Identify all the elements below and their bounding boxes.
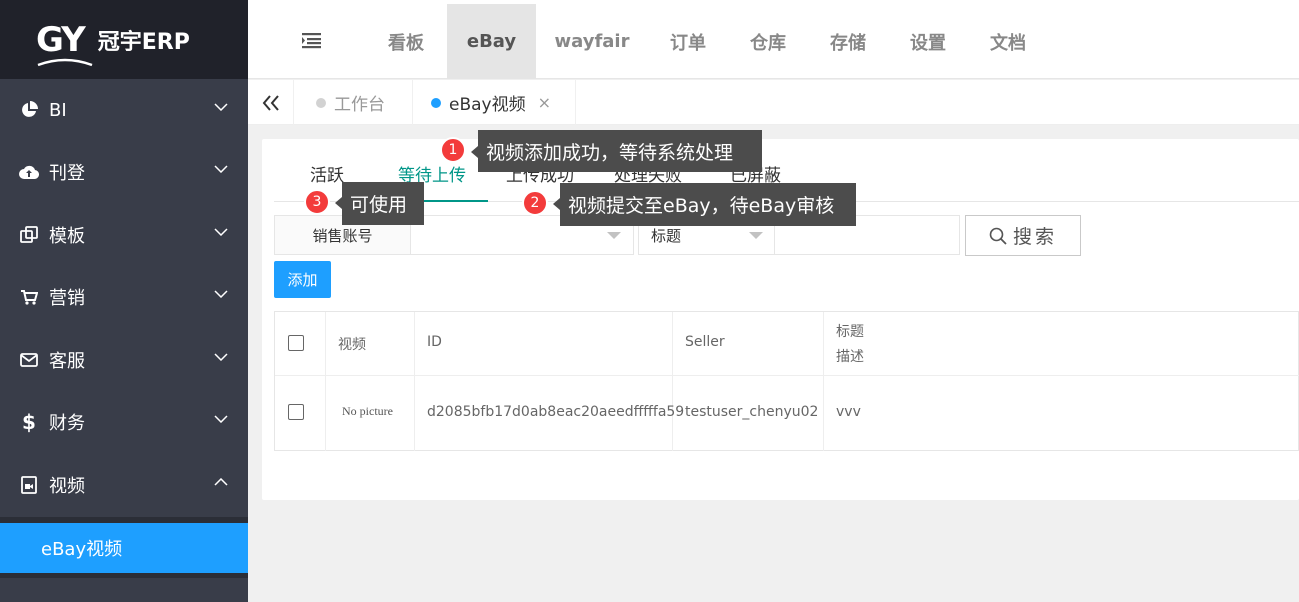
logo-mark: GY [36, 23, 93, 66]
column-header-id: ID [427, 334, 442, 350]
sidebar-item-marketing[interactable]: 营销 [0, 266, 248, 328]
page-tabs-bar: 工作台 eBay视频 × [248, 80, 1299, 125]
tooltip-arrow [553, 198, 560, 210]
chevron-down-icon [607, 232, 621, 239]
top-tab-storage[interactable]: 存储 [818, 4, 878, 79]
sidebar-footer [0, 578, 248, 602]
table-cell-title: vvv [836, 404, 861, 420]
row-checkbox[interactable] [288, 404, 304, 420]
add-button[interactable]: 添加 [274, 261, 331, 298]
sidebar-item-label: 模板 [49, 226, 85, 247]
chevron-down-icon [214, 415, 228, 423]
dollar-icon: $ [22, 410, 36, 434]
column-header-title: 标题 [836, 324, 864, 340]
template-icon [19, 226, 39, 244]
sidebar-item-label: 刊登 [49, 163, 85, 184]
page-tab-ebay-video[interactable]: eBay视频 × [413, 80, 576, 125]
chevron-down-icon [214, 353, 228, 361]
sidebar-item-bi[interactable]: BI [0, 79, 248, 141]
sidebar-item-label: BI [49, 99, 67, 121]
menu-toggle-icon[interactable] [302, 33, 322, 49]
video-thumbnail: No picture [342, 404, 393, 418]
chevron-down-icon [749, 232, 763, 239]
page-tab-label: 工作台 [334, 95, 385, 115]
field-select-value: 标题 [651, 226, 682, 245]
sidebar-item-label: 视频 [49, 476, 85, 497]
sidebar-item-finance[interactable]: $ 财务 [0, 391, 248, 453]
tooltip-active-status: 可使用 [342, 182, 424, 225]
cloud-upload-icon [19, 164, 39, 180]
chevron-down-icon [214, 103, 228, 111]
sidebar-item-service[interactable]: 客服 [0, 329, 248, 391]
sidebar-item-label: 营销 [49, 288, 85, 309]
sidebar-item-template[interactable]: 模板 [0, 204, 248, 266]
tooltip-arrow [471, 146, 478, 158]
top-tab-settings[interactable]: 设置 [898, 4, 958, 79]
chevron-up-icon [214, 478, 228, 486]
top-tab-ebay[interactable]: eBay [447, 4, 536, 79]
sidebar-item-label: 财务 [49, 413, 85, 434]
top-tab-warehouse[interactable]: 仓库 [738, 4, 798, 79]
search-icon [989, 227, 1007, 245]
chevron-down-icon [214, 165, 228, 173]
cart-icon [19, 289, 39, 305]
page-tab-label: eBay视频 [449, 95, 526, 115]
chevron-down-icon [214, 290, 228, 298]
step-badge: 1 [440, 137, 466, 163]
top-tab-wayfair[interactable]: wayfair [547, 4, 637, 79]
select-all-checkbox[interactable] [288, 335, 304, 351]
search-button[interactable]: 搜索 [965, 215, 1081, 256]
tabs-scroll-left-icon[interactable] [248, 80, 294, 125]
column-header-desc: 描述 [836, 349, 864, 365]
sidebar: GY 冠宇ERP BI 刊登 模板 营销 客服 $ 财务 视频 eBay视频 [0, 0, 248, 602]
top-tab-orders[interactable]: 订单 [658, 4, 718, 79]
sidebar-item-listing[interactable]: 刊登 [0, 141, 248, 203]
logo-text: 冠宇ERP [97, 29, 190, 55]
mail-icon [19, 353, 39, 367]
tooltip-upload-status: 视频提交至eBay，待eBay审核 [560, 183, 856, 226]
tab-status-dot [431, 97, 441, 108]
step-badge: 2 [522, 190, 548, 216]
sidebar-item-label: 客服 [49, 351, 85, 372]
sidebar-subitem-ebay-video[interactable]: eBay视频 [0, 523, 248, 573]
chevron-down-icon [214, 228, 228, 236]
sidebar-item-video[interactable]: 视频 [0, 454, 248, 516]
top-header: 看板 eBay wayfair 订单 仓库 存储 设置 文档 [248, 0, 1299, 79]
step-badge: 3 [304, 189, 330, 215]
column-header-seller: Seller [685, 334, 725, 350]
top-tab-dashboard[interactable]: 看板 [376, 4, 436, 79]
tab-active[interactable]: 活跃 [310, 161, 344, 186]
logo: GY 冠宇ERP [0, 0, 248, 79]
top-tab-docs[interactable]: 文档 [978, 4, 1038, 79]
tooltip-pending-status: 视频添加成功，等待系统处理 [478, 130, 762, 172]
table-cell-seller: testuser_chenyu02 [685, 404, 819, 420]
close-icon[interactable]: × [538, 93, 551, 112]
video-table: 视频 ID Seller 标题 描述 No picture d2085bfb17… [274, 311, 1299, 451]
tab-status-dot [316, 97, 326, 108]
pie-chart-icon [19, 101, 39, 119]
table-cell-id: d2085bfb17d0ab8eac20aeedfffffa59 [427, 404, 685, 420]
tooltip-arrow [335, 197, 342, 209]
column-header-video: 视频 [338, 337, 366, 353]
page-tab-workbench[interactable]: 工作台 [294, 80, 413, 125]
video-file-icon [19, 476, 39, 494]
search-button-label: 搜索 [1012, 226, 1057, 248]
